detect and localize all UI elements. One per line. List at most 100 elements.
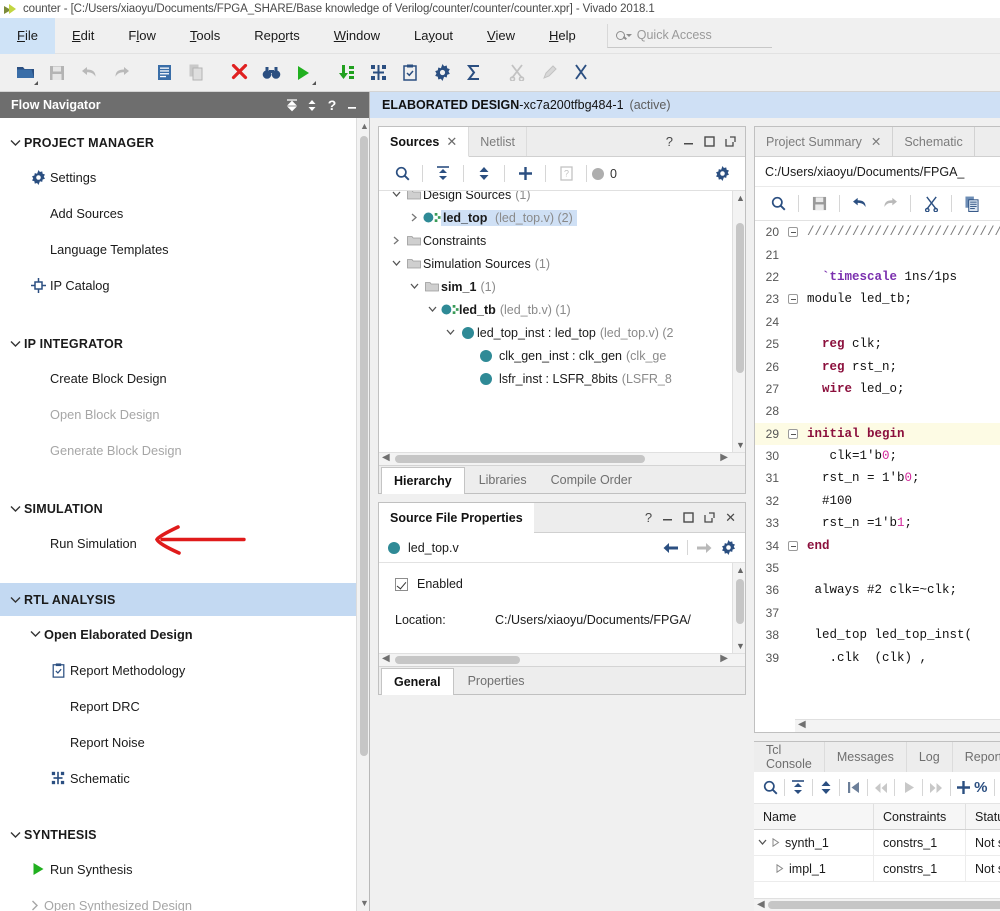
menu-help[interactable]: Help [532, 18, 593, 54]
minimize-icon[interactable] [662, 512, 673, 523]
help-icon[interactable]: ? [666, 134, 673, 149]
schematic-icon[interactable] [363, 58, 393, 88]
cross-tool-icon[interactable] [566, 58, 596, 88]
sidebar-item-report-drc[interactable]: Report DRC [0, 688, 356, 724]
percent-icon[interactable]: % [972, 774, 989, 802]
fold-end-icon[interactable] [785, 227, 801, 238]
add-sources-icon[interactable] [510, 160, 540, 188]
sources-horizontal-scrollbar[interactable]: ◀ ▶ [379, 452, 745, 465]
gear-icon[interactable] [707, 160, 737, 188]
fn-group-rtl-analysis[interactable]: RTL ANALYSIS [0, 583, 356, 616]
collapse-all-icon[interactable] [790, 774, 807, 802]
chevron-down-icon[interactable] [758, 839, 767, 846]
sidebar-item-ip-catalog[interactable]: IP Catalog [0, 267, 356, 303]
search-icon[interactable] [387, 160, 417, 188]
scrollbar-thumb[interactable] [735, 579, 744, 624]
scroll-right-icon[interactable]: ▶ [720, 452, 728, 463]
menu-layout[interactable]: Layout [397, 18, 470, 54]
tab-general[interactable]: General [381, 668, 454, 695]
back-arrow-icon[interactable] [662, 542, 679, 554]
code-horizontal-scrollbar[interactable]: ◀ [795, 719, 1000, 732]
search-icon[interactable] [763, 190, 793, 218]
sidebar-item-run-synthesis[interactable]: Run Synthesis [0, 851, 356, 887]
run-play-icon[interactable] [776, 864, 784, 873]
scrollbar-thumb[interactable] [359, 136, 368, 756]
sources-tree[interactable]: Design Sources (1) led_top (led_top.v) (… [379, 191, 745, 452]
scrollbar-thumb[interactable] [395, 656, 520, 664]
sidebar-item-report-methodology[interactable]: Report Methodology [0, 652, 356, 688]
tree-row[interactable]: led_tb (led_tb.v) (1) [379, 298, 732, 321]
chevron-down-icon[interactable] [423, 306, 441, 313]
float-icon[interactable] [704, 512, 715, 523]
tab-hierarchy[interactable]: Hierarchy [381, 467, 465, 494]
scroll-up-icon[interactable]: ▲ [736, 193, 745, 203]
next-icon[interactable] [928, 774, 945, 802]
undo-icon[interactable] [845, 190, 875, 218]
tab-messages[interactable]: Messages [825, 742, 907, 772]
save-icon[interactable] [804, 190, 834, 218]
tab-reports[interactable]: Reports [953, 742, 1000, 772]
scroll-up-icon[interactable]: ▲ [360, 121, 369, 131]
tab-project-summary[interactable]: Project Summary ✕ [755, 127, 894, 156]
fold-start-icon[interactable] [785, 428, 801, 439]
download-bitstream-icon[interactable] [331, 58, 361, 88]
sidebar-item-open-synthesized-design[interactable]: Open Synthesized Design [0, 887, 356, 911]
close-red-x-icon[interactable] [224, 58, 254, 88]
menu-flow[interactable]: Flow [111, 18, 172, 54]
expand-all-icon[interactable] [817, 774, 834, 802]
forward-arrow-icon[interactable] [696, 542, 713, 554]
tab-sources[interactable]: Sources ✕ [379, 127, 470, 157]
scoped-icon[interactable]: ? [551, 160, 581, 188]
tab-compile-order[interactable]: Compile Order [539, 466, 644, 493]
sigma-icon[interactable] [459, 58, 489, 88]
sidebar-item-create-block-design[interactable]: Create Block Design [0, 360, 356, 396]
run-green-play-icon[interactable] [288, 58, 318, 88]
scrollbar-thumb[interactable] [768, 901, 1000, 909]
help-icon[interactable]: ? [322, 97, 342, 113]
collapse-all-icon[interactable] [428, 160, 458, 188]
quick-access-search[interactable]: Quick Access [606, 23, 772, 48]
sfp-vertical-scrollbar[interactable]: ▲ ▼ [732, 563, 745, 653]
chevron-right-icon[interactable] [405, 213, 423, 222]
scroll-left-icon[interactable]: ◀ [382, 452, 390, 463]
fold-start-icon[interactable] [785, 294, 801, 305]
collapse-all-icon[interactable] [282, 98, 302, 112]
tab-tcl-console[interactable]: Tcl Console [754, 742, 825, 772]
tree-row[interactable]: Simulation Sources (1) [379, 252, 732, 275]
search-icon[interactable] [762, 774, 779, 802]
fold-end-icon[interactable] [785, 540, 801, 551]
fn-group-synthesis[interactable]: SYNTHESIS [0, 818, 356, 851]
close-icon[interactable]: ✕ [446, 134, 457, 150]
chevron-down-icon[interactable] [387, 191, 405, 198]
column-header-constraints[interactable]: Constraints [874, 804, 966, 829]
tab-schematic[interactable]: Schematic [893, 127, 975, 156]
design-runs-horizontal-scrollbar[interactable]: ◀ [754, 898, 1000, 911]
fn-group-simulation[interactable]: SIMULATION [0, 492, 356, 525]
scroll-up-icon[interactable]: ▲ [736, 565, 745, 575]
settings-gear-icon[interactable] [427, 58, 457, 88]
run-play-icon[interactable] [772, 838, 780, 847]
table-row[interactable]: synth_1 constrs_1 Not started [754, 830, 1000, 856]
scroll-left-icon[interactable]: ◀ [798, 719, 806, 730]
fn-group-ip-integrator[interactable]: IP INTEGRATOR [0, 327, 356, 360]
flow-navigator-scrollbar[interactable]: ▲ ▼ [356, 118, 369, 911]
expand-toggle-icon[interactable] [302, 99, 322, 112]
checkbox-checked-icon[interactable] [395, 577, 408, 591]
sidebar-item-settings[interactable]: Settings [0, 159, 356, 195]
sidebar-item-report-noise[interactable]: Report Noise [0, 724, 356, 760]
sidebar-item-open-elaborated-design[interactable]: Open Elaborated Design [0, 616, 356, 652]
filter-count-icon[interactable]: 0 [592, 160, 617, 188]
sidebar-item-generate-block-design[interactable]: Generate Block Design [0, 432, 356, 468]
column-header-status[interactable]: Status [966, 804, 1000, 829]
chevron-down-icon[interactable] [441, 329, 459, 336]
expand-all-icon[interactable] [469, 160, 499, 188]
menu-edit[interactable]: Edit [55, 18, 111, 54]
tab-netlist[interactable]: Netlist [469, 127, 527, 156]
sidebar-item-schematic[interactable]: Schematic [0, 760, 356, 796]
table-row[interactable]: impl_1 constrs_1 Not started [754, 856, 1000, 882]
prev-icon[interactable] [872, 774, 889, 802]
tab-libraries[interactable]: Libraries [467, 466, 539, 493]
scroll-left-icon[interactable]: ◀ [382, 653, 390, 664]
copy-icon[interactable] [957, 190, 987, 218]
redo-icon[interactable] [106, 58, 136, 88]
